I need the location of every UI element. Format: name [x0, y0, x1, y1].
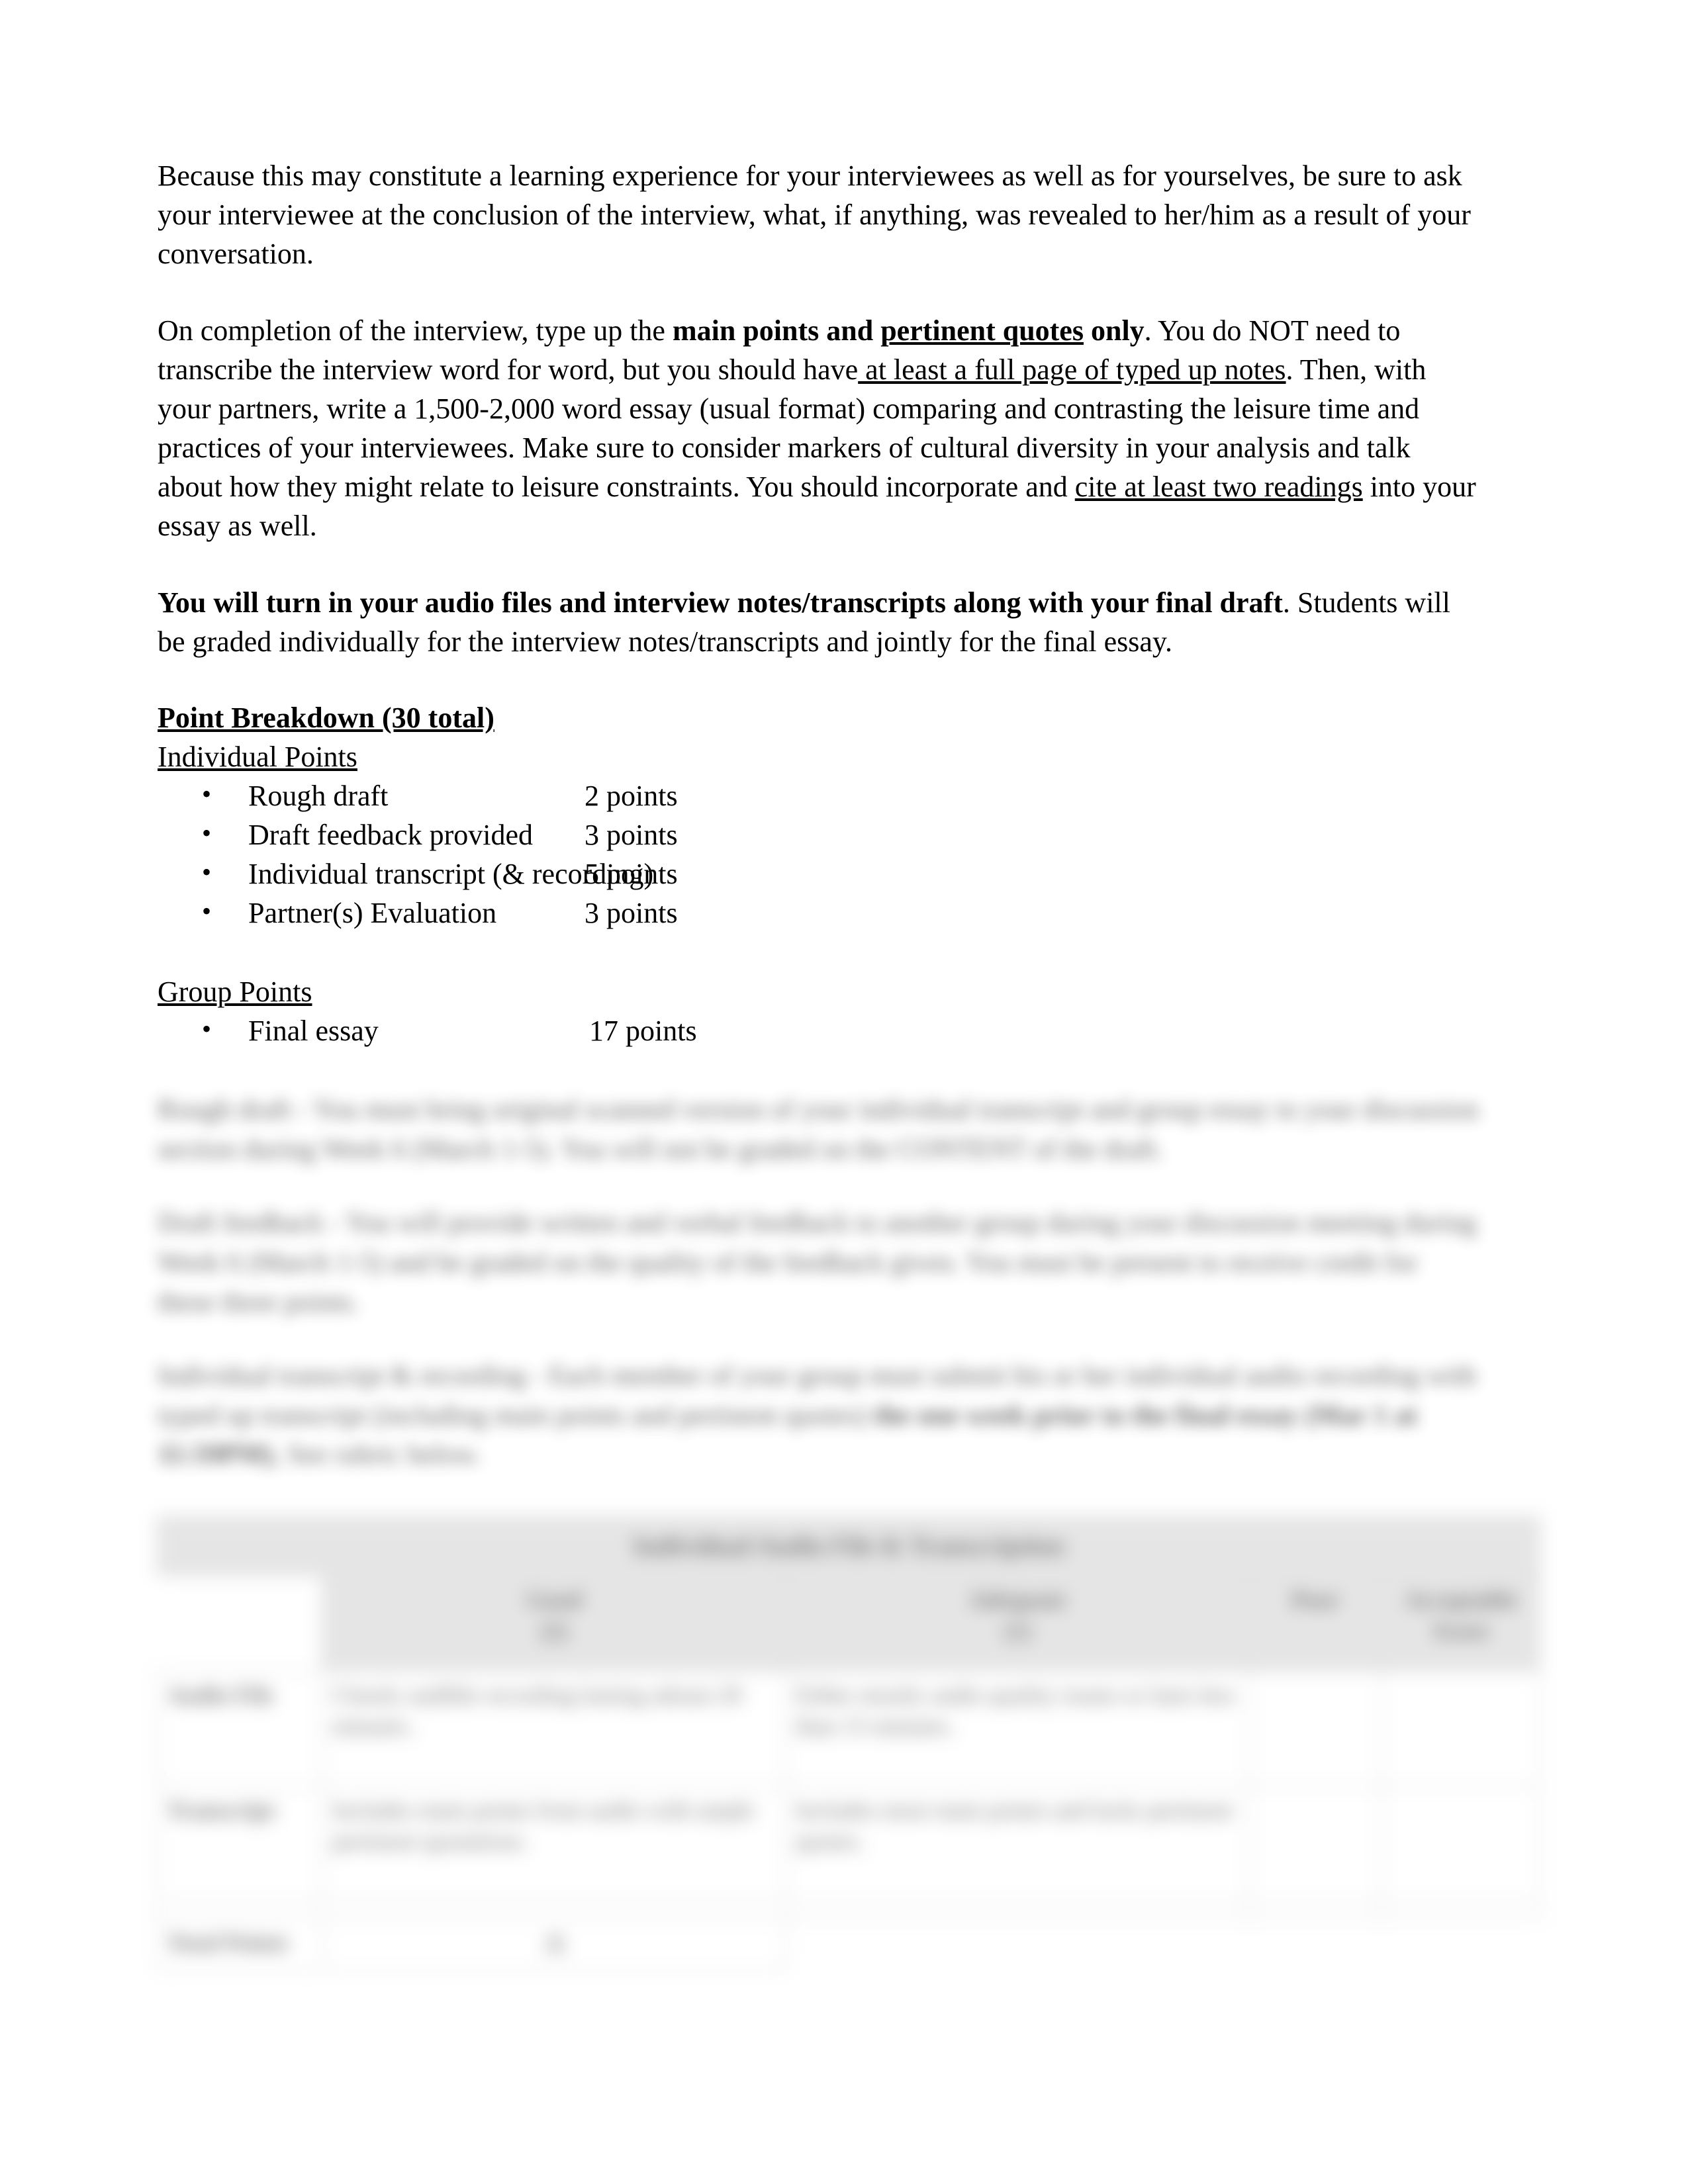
table-row-total: Total Points /5: [156, 1918, 1541, 1971]
document-page: Because this may constitute a learning e…: [0, 0, 1688, 2184]
p3-seg-bold: You will turn in your audio files and in…: [158, 586, 1283, 619]
rubric-col-adequate-label: Adequate: [968, 1586, 1066, 1613]
rubric-col-good-score: (2): [540, 1617, 568, 1644]
rubric-title-cell: Individual Audio File & Transcription: [156, 1516, 1542, 1576]
rubric-cell-blank-good: [322, 1901, 786, 1919]
p2-seg-only: only: [1083, 314, 1145, 347]
redacted-paragraphs-region: Rough draft - You must bring original sc…: [158, 1091, 1481, 1475]
rubric-cell-transcript-good: Includes main points from audio with amp…: [322, 1786, 786, 1902]
paragraph-type-up-notes: On completion of the interview, type up …: [158, 311, 1476, 546]
rubric-row-label-blank: [156, 1901, 323, 1919]
redacted-seg-c: , See rubric below.: [273, 1439, 481, 1471]
list-item-points: 17 points: [589, 1015, 697, 1048]
rubric-cell-transcript-score: [1380, 1786, 1542, 1902]
rubric-cell-total-score: [1382, 1918, 1541, 1970]
rubric-cell-blank-poor: [1248, 1901, 1382, 1919]
bullet-icon: •: [202, 896, 212, 927]
table-row: Audio File Clearly audible recording las…: [156, 1670, 1542, 1787]
rubric-cell-audio-good: Clearly audible recording lasting atleas…: [322, 1670, 786, 1787]
p2-seg-cite-readings: cite at least two readings: [1074, 471, 1363, 504]
redacted-paragraph-individual-transcript: Individual transcript & recording - Each…: [158, 1357, 1481, 1475]
redacted-paragraph-draft-feedback: Draft feedback - You will provide writte…: [158, 1208, 1477, 1318]
bullet-icon: •: [202, 1014, 212, 1044]
individual-points-list: • Rough draft 2 points • Draft feedback …: [158, 776, 1476, 933]
rubric-cell-total-poor: [1249, 1918, 1382, 1970]
rubric-col-good-label: Good: [526, 1586, 583, 1613]
list-item-points: 3 points: [585, 819, 678, 852]
document-body: Because this may constitute a learning e…: [158, 156, 1476, 1050]
rubric-cell-transcript-poor: [1248, 1786, 1382, 1902]
paragraph-interview-learning-experience: Because this may constitute a learning e…: [158, 159, 1471, 271]
list-item-points: 5 points: [585, 858, 678, 891]
bullet-icon: •: [202, 857, 212, 887]
p2-seg-pertinent-quotes: pertinent quotes: [880, 314, 1084, 347]
p2-seg-a: On completion of the interview, type up …: [158, 314, 673, 347]
rubric-cell-audio-poor: [1248, 1670, 1382, 1787]
rubric-col-poor: Poor: [1248, 1575, 1382, 1672]
paragraph-turn-in-requirements: You will turn in your audio files and in…: [158, 583, 1476, 661]
rubric-row-label-total-points: Total Points: [156, 1918, 323, 1971]
rubric-col-poor-label: Poor: [1291, 1586, 1340, 1613]
rubric-col-acceptable: Acceptable Score: [1380, 1575, 1542, 1672]
list-item-label: Rough draft: [248, 780, 389, 813]
list-item-label: Final essay: [248, 1015, 379, 1048]
rubric-cell-blank-adequate: [785, 1901, 1250, 1919]
table-row-headers: Good (2) Adequate (1) Poor Acceptable Sc…: [157, 1575, 1542, 1672]
table-row-title: Individual Audio File & Transcription: [156, 1516, 1542, 1576]
list-item-label: Partner(s) Evaluation: [248, 897, 497, 930]
rubric-corner-cell: [157, 1576, 323, 1672]
rubric-cell-audio-adequate: Either mostly audio quality issues or la…: [785, 1670, 1250, 1787]
individual-points-label: Individual Points: [158, 741, 357, 774]
rubric-table: Individual Audio File & Transcription Go…: [156, 1516, 1542, 1971]
rubric-row-label-transcript: Transcript: [156, 1786, 323, 1902]
list-item: • Individual transcript (& recording) 5 …: [158, 854, 1476, 893]
bullet-icon: •: [202, 818, 212, 848]
rubric-cell-audio-score: [1380, 1670, 1542, 1787]
bullet-icon: •: [202, 779, 212, 809]
list-item-points: 2 points: [585, 780, 678, 813]
rubric-cell-transcript-adequate: Includes most main points and lacks pert…: [785, 1786, 1250, 1902]
redacted-paragraph-rough-draft: Rough draft - You must bring original sc…: [158, 1095, 1479, 1165]
rubric-col-acceptable-label: Acceptable: [1405, 1586, 1517, 1613]
list-item: • Final essay 17 points: [158, 1011, 1476, 1050]
list-item-label: Draft feedback provided: [248, 819, 534, 852]
p2-seg-full-page-notes: at least a full page of typed up notes: [858, 353, 1286, 386]
point-breakdown-heading: Point Breakdown (30 total): [158, 701, 494, 734]
p2-seg-main-points: main points and: [672, 314, 881, 347]
rubric-col-acceptable-sub: Score: [1432, 1617, 1489, 1644]
list-item: • Partner(s) Evaluation 3 points: [158, 893, 1476, 933]
table-row: Transcript Includes main points from aud…: [156, 1786, 1542, 1902]
group-points-list: • Final essay 17 points: [158, 1011, 1476, 1050]
rubric-col-adequate-score: (1): [1004, 1617, 1031, 1644]
rubric-row-label-audio-file: Audio File: [156, 1670, 323, 1787]
list-item: • Rough draft 2 points: [158, 776, 1476, 815]
rubric-col-good: Good (2): [322, 1575, 786, 1672]
group-points-label: Group Points: [158, 976, 312, 1009]
rubric-cell-blank-score: [1380, 1901, 1542, 1919]
list-item: • Draft feedback provided 3 points: [158, 815, 1476, 854]
rubric-cell-total-adequate: [786, 1918, 1249, 1970]
rubric-table-region: Individual Audio File & Transcription Go…: [156, 1516, 1542, 1971]
table-row: [156, 1901, 1542, 1919]
list-item-points: 3 points: [585, 897, 678, 930]
rubric-col-adequate: Adequate (1): [785, 1575, 1250, 1672]
rubric-cell-total-value: /5: [322, 1918, 786, 1971]
